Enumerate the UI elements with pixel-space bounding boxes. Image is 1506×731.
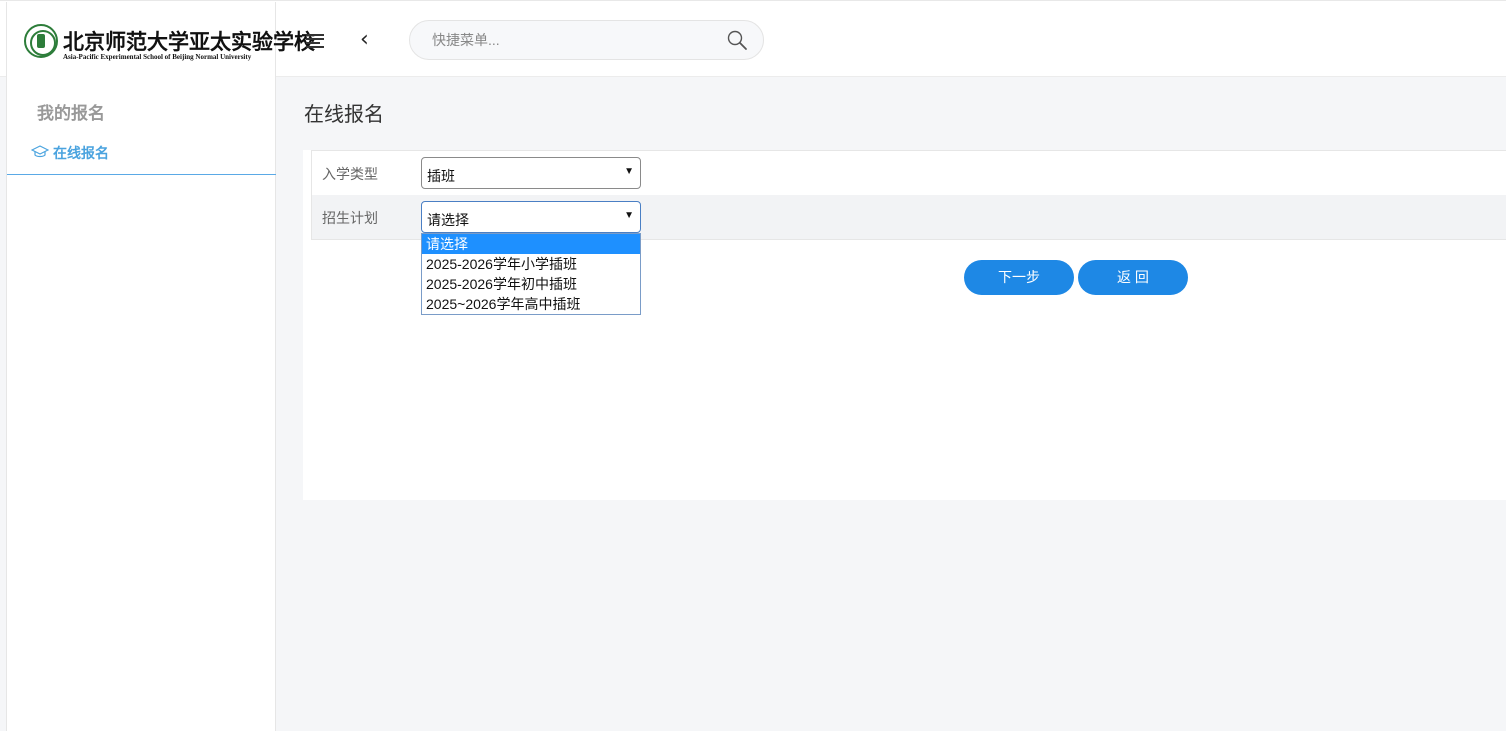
chevron-left-icon[interactable]: ‹: [360, 29, 380, 51]
caret-down-icon: ▼: [624, 210, 634, 221]
dropdown-option[interactable]: 2025~2026学年高中插班: [422, 294, 640, 314]
top-header: 北京师范大学亚太实验学校 Asia-Pacific Experimental S…: [0, 0, 1506, 77]
caret-down-icon: ▼: [624, 166, 634, 177]
page-title: 在线报名: [304, 104, 384, 126]
search-input[interactable]: [432, 29, 712, 51]
school-logo[interactable]: 北京师范大学亚太实验学校 Asia-Pacific Experimental S…: [6, 2, 315, 77]
sidebar: 我的报名 在线报名: [6, 77, 276, 731]
dropdown-option[interactable]: 2025-2026学年小学插班: [422, 254, 640, 274]
next-step-button[interactable]: 下一步: [964, 260, 1074, 295]
admission-plan-label: 招生计划: [322, 210, 378, 226]
graduation-cap-icon: [31, 145, 49, 158]
admission-plan-value: 请选择: [427, 212, 469, 228]
quick-menu-search: [409, 20, 764, 60]
enrollment-type-label: 入学类型: [322, 166, 378, 182]
registration-form: 入学类型 插班 ▼ 招生计划 请选择 ▼: [311, 150, 1506, 240]
sidebar-item-online-registration[interactable]: 在线报名: [7, 137, 276, 175]
logo-chinese-name: 北京师范大学亚太实验学校: [63, 29, 315, 54]
enrollment-type-value: 插班: [427, 168, 455, 184]
enrollment-type-select[interactable]: 插班 ▼: [421, 157, 641, 189]
form-row-enrollment-type: 入学类型 插班 ▼: [312, 151, 1506, 195]
dropdown-option[interactable]: 请选择: [422, 234, 640, 254]
admission-plan-dropdown: 请选择 2025-2026学年小学插班 2025-2026学年初中插班 2025…: [421, 233, 641, 315]
dropdown-option[interactable]: 2025-2026学年初中插班: [422, 274, 640, 294]
logo-english-name: Asia-Pacific Experimental School of Beij…: [63, 53, 252, 61]
admission-plan-select[interactable]: 请选择 ▼: [421, 201, 641, 233]
sidebar-item-label: 在线报名: [53, 145, 109, 161]
school-emblem-icon: [24, 24, 58, 58]
hamburger-menu-icon[interactable]: [306, 34, 324, 48]
back-button[interactable]: 返 回: [1078, 260, 1188, 295]
registration-panel: 入学类型 插班 ▼ 招生计划 请选择 ▼ 下一步 返 回: [303, 150, 1506, 500]
search-icon[interactable]: [726, 29, 750, 53]
sidebar-title: 我的报名: [37, 104, 105, 123]
